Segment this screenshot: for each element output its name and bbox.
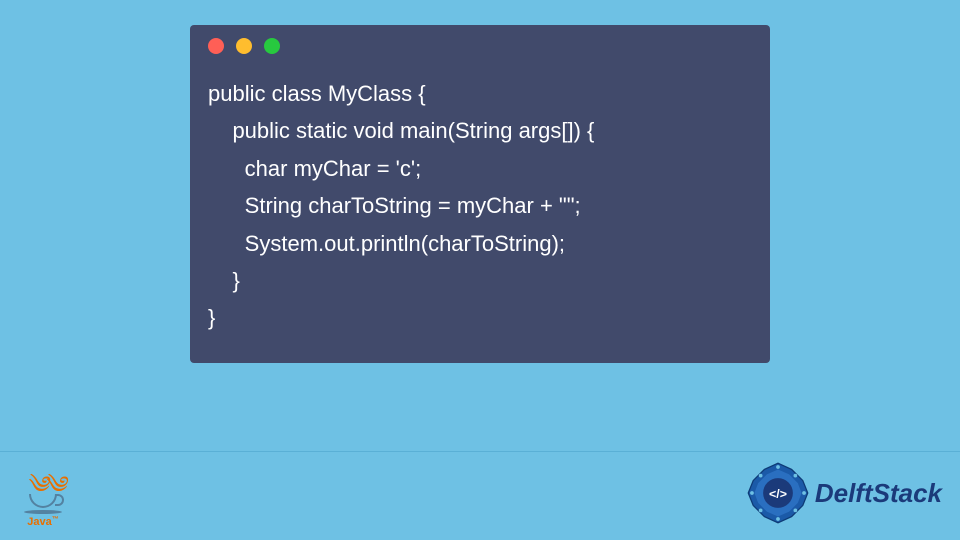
java-cup-icon [29,494,57,508]
java-steam-icon: ༄༄ [18,480,68,492]
code-line: public static void main(String args[]) { [208,118,594,143]
svg-text:</>: </> [769,487,787,501]
code-line: } [208,305,215,330]
code-line: System.out.println(charToString); [208,231,565,256]
maximize-icon[interactable] [264,38,280,54]
divider-line [0,451,960,452]
code-line: } [208,268,240,293]
minimize-icon[interactable] [236,38,252,54]
code-window: public class MyClass { public static voi… [190,25,770,363]
code-line: String charToString = myChar + ""; [208,193,581,218]
code-line: public class MyClass { [208,81,426,106]
code-block: public class MyClass { public static voi… [190,67,770,345]
java-tm: ™ [52,516,59,523]
java-saucer-icon [24,510,62,514]
java-logo: ༄༄ Java™ [18,480,68,528]
delftstack-badge-icon: </> [747,462,809,524]
java-label: Java™ [18,516,68,528]
java-label-text: Java [27,516,51,528]
code-line: char myChar = 'c'; [208,156,421,181]
delftstack-logo: </> DelftStack [747,462,942,524]
delftstack-label: DelftStack [815,478,942,509]
window-titlebar [190,25,770,67]
close-icon[interactable] [208,38,224,54]
